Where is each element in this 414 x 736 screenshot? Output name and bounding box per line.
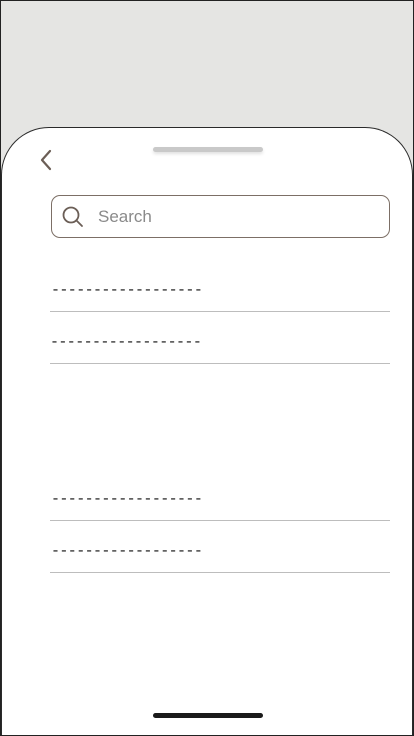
list-item[interactable]: ------------------ [50, 469, 390, 521]
list-item[interactable]: ------------------ [50, 521, 390, 573]
list-item-label: ------------------ [51, 491, 203, 508]
back-button[interactable] [32, 146, 60, 174]
list-item[interactable]: ------------------ [50, 260, 390, 312]
search-bar[interactable] [51, 195, 390, 238]
search-input[interactable] [98, 196, 383, 237]
list-item[interactable]: ------------------ [50, 312, 390, 364]
bottom-sheet: ------------------ ------------------ --… [1, 127, 413, 736]
home-indicator [153, 713, 263, 718]
list-item-label: ------------------ [51, 543, 203, 560]
list-item-label: ------------------ [50, 334, 202, 351]
sheet-grabber-handle[interactable] [153, 147, 263, 152]
search-icon [62, 206, 83, 227]
list-item-label: ------------------ [51, 282, 203, 299]
chevron-left-icon [40, 149, 52, 171]
